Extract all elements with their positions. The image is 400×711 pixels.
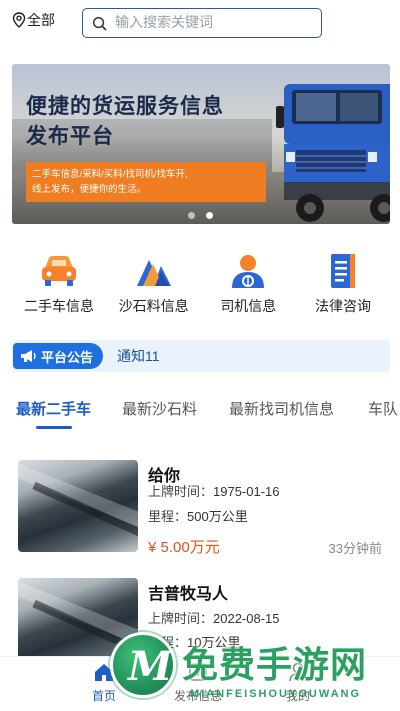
- car-icon: [42, 256, 76, 286]
- category-driver[interactable]: 司机信息: [201, 252, 295, 322]
- top-header: 全部: [0, 0, 400, 50]
- tab-find-driver[interactable]: 最新找司机信息: [229, 398, 334, 419]
- listing-tabs: 最新二手车 最新沙石料 最新找司机信息 车队: [0, 398, 400, 438]
- listing-price: ¥ 5.00万元: [148, 539, 220, 556]
- location-label: 全部: [27, 12, 55, 28]
- tab-sand-gravel[interactable]: 最新沙石料: [122, 398, 197, 419]
- pagination-dot-active[interactable]: [206, 212, 213, 219]
- search-box[interactable]: [82, 8, 322, 38]
- tab-used-car[interactable]: 最新二手车: [16, 398, 91, 419]
- announcement-tag-label: 平台公告: [41, 349, 94, 365]
- banner-pagination: [188, 212, 224, 219]
- category-legal[interactable]: 法律咨询: [296, 252, 390, 322]
- location-pin-icon: [12, 12, 26, 28]
- banner-subtitle: 二手车信息/采料/买料/找司机/找车开, 线上发布，便捷你的生活。: [26, 162, 266, 202]
- banner-title: 便捷的货运服务信息 发布平台: [26, 95, 224, 148]
- driver-icon: [232, 255, 265, 288]
- listing-thumbnail: [18, 460, 138, 552]
- announcement-bar[interactable]: 平台公告 通知11: [12, 340, 390, 372]
- nav-home-label: 首页: [91, 689, 116, 703]
- category-label: 法律咨询: [314, 298, 371, 314]
- listing-reg-date: 上牌时间：2022-08-15: [148, 611, 280, 626]
- sand-pile-icon: [136, 260, 171, 286]
- pagination-dot[interactable]: [188, 212, 195, 219]
- category-used-car[interactable]: 二手车信息: [12, 252, 106, 322]
- category-label: 二手车信息: [24, 298, 94, 314]
- listing-reg-date: 上牌时间：1975-01-16: [148, 484, 280, 499]
- listing-mileage: 里程：500万公里: [148, 509, 248, 524]
- truck-image: [276, 84, 390, 222]
- megaphone-icon: [21, 350, 36, 362]
- location-selector[interactable]: 全部: [12, 10, 55, 30]
- law-book-icon: [330, 254, 355, 288]
- announcement-text[interactable]: 通知11: [117, 346, 160, 366]
- category-label: 沙石料信息: [118, 298, 189, 314]
- tab-fleet[interactable]: 车队: [368, 398, 398, 419]
- search-input[interactable]: [115, 15, 305, 31]
- promo-banner[interactable]: 便捷的货运服务信息 发布平台 二手车信息/采料/买料/找司机/找车开, 线上发布…: [12, 64, 390, 224]
- listing-item[interactable]: 给你 上牌时间：1975-01-16 里程：500万公里 ¥ 5.00万元 33…: [0, 460, 400, 560]
- category-label: 司机信息: [220, 298, 277, 314]
- watermark-text: 免费手游网: [182, 644, 368, 685]
- watermark-logo: M: [110, 632, 176, 698]
- active-tab-indicator: [36, 426, 72, 429]
- category-grid: 二手车信息 沙石料信息 司机信息 法律咨询: [12, 252, 390, 322]
- listing-title: 吉普牧马人: [148, 586, 229, 603]
- announcement-tag: 平台公告: [13, 343, 104, 369]
- listing-time: 33分钟前: [328, 541, 382, 556]
- watermark-subtext: MIANFEISHOUYOUWANG: [190, 688, 362, 700]
- category-sand-gravel[interactable]: 沙石料信息: [107, 252, 201, 322]
- search-icon: [92, 16, 107, 30]
